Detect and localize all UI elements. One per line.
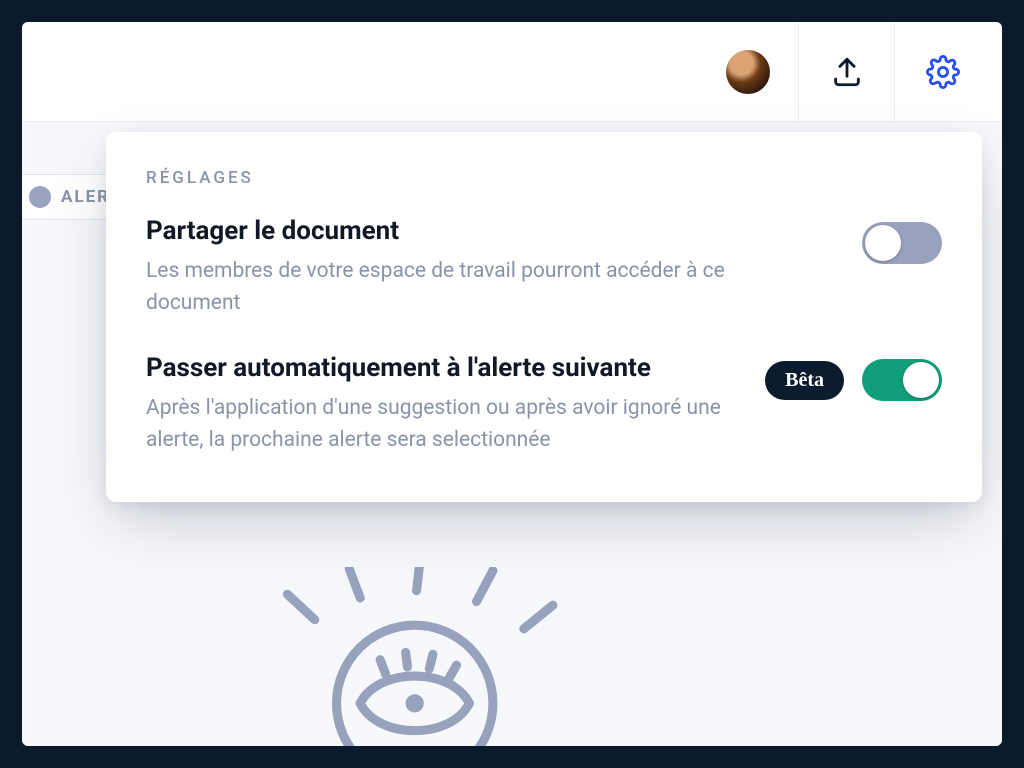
- setting-controls: Bêta: [765, 353, 942, 401]
- toggle-autonext[interactable]: [862, 359, 942, 401]
- setting-title-autonext: Passer automatiquement à l'alerte suivan…: [146, 353, 741, 383]
- upload-button[interactable]: [798, 22, 894, 122]
- eye-doodle-icon: [202, 567, 682, 746]
- settings-button[interactable]: [894, 22, 990, 122]
- setting-desc-share: Les membres de votre espace de travail p…: [146, 256, 786, 319]
- upload-icon: [830, 55, 864, 89]
- topbar: [22, 22, 1002, 122]
- gear-icon: [926, 55, 960, 89]
- app-frame: ALERT RÉGLAGES Partager le document Les …: [22, 22, 1002, 746]
- setting-text: Partager le document Les membres de votr…: [146, 216, 786, 319]
- alert-dot-icon: [29, 186, 51, 208]
- toggle-knob: [903, 362, 939, 398]
- setting-controls: [862, 216, 942, 264]
- setting-row-share: Partager le document Les membres de votr…: [146, 216, 942, 319]
- toggle-knob: [865, 225, 901, 261]
- panel-heading: RÉGLAGES: [146, 168, 942, 188]
- toggle-share[interactable]: [862, 222, 942, 264]
- setting-text: Passer automatiquement à l'alerte suivan…: [146, 353, 741, 456]
- setting-row-autonext: Passer automatiquement à l'alerte suivan…: [146, 353, 942, 456]
- setting-title-share: Partager le document: [146, 216, 786, 246]
- settings-panel: RÉGLAGES Partager le document Les membre…: [106, 132, 982, 502]
- setting-desc-autonext: Après l'application d'une suggestion ou …: [146, 393, 741, 456]
- beta-badge: Bêta: [765, 361, 844, 400]
- avatar[interactable]: [726, 50, 770, 94]
